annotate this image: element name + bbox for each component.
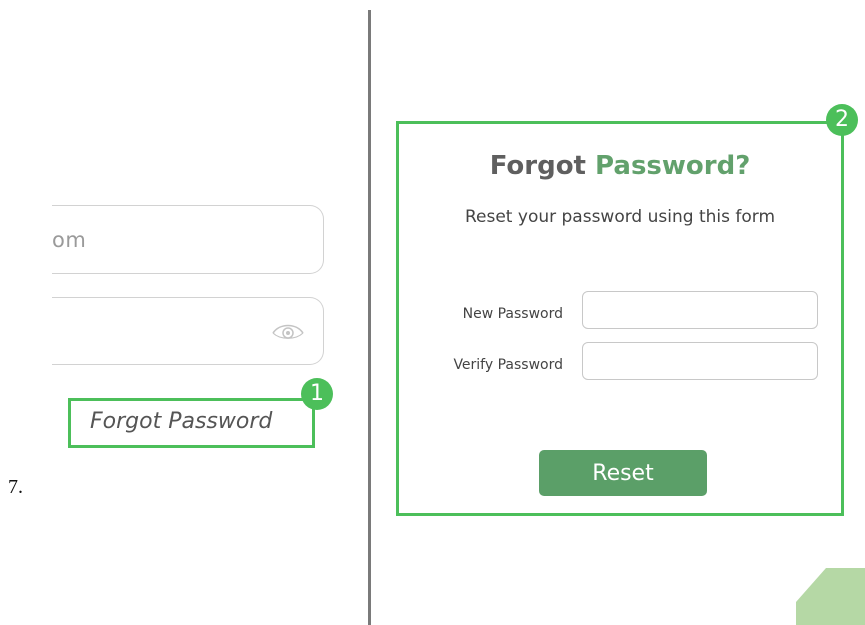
new-password-label: New Password [462,306,563,322]
login-screen: om Forgot Password 1 7. [0,0,345,625]
decorative-corner-shape [796,568,865,625]
form-title: Forgot Password? [399,151,841,181]
eye-icon[interactable] [271,322,305,342]
step-number: 7. [8,476,23,498]
step-badge-1: 1 [301,378,333,410]
forgot-password-highlight: Forgot Password [68,398,315,448]
password-field[interactable] [52,297,324,365]
form-title-part1: Forgot [489,151,586,181]
panel-divider [368,10,371,625]
verify-password-input[interactable] [582,342,818,380]
form-title-part2: Password? [595,151,751,181]
form-subtitle: Reset your password using this form [464,207,776,227]
step-badge-2: 2 [826,104,858,136]
verify-password-label: Verify Password [453,357,563,373]
email-field[interactable]: om [52,205,324,274]
email-value: om [52,228,87,252]
forgot-password-form: Forgot Password? Reset your password usi… [396,121,844,516]
new-password-input[interactable] [582,291,818,329]
reset-button[interactable]: Reset [539,450,707,496]
forgot-password-link[interactable]: Forgot Password [90,409,272,434]
